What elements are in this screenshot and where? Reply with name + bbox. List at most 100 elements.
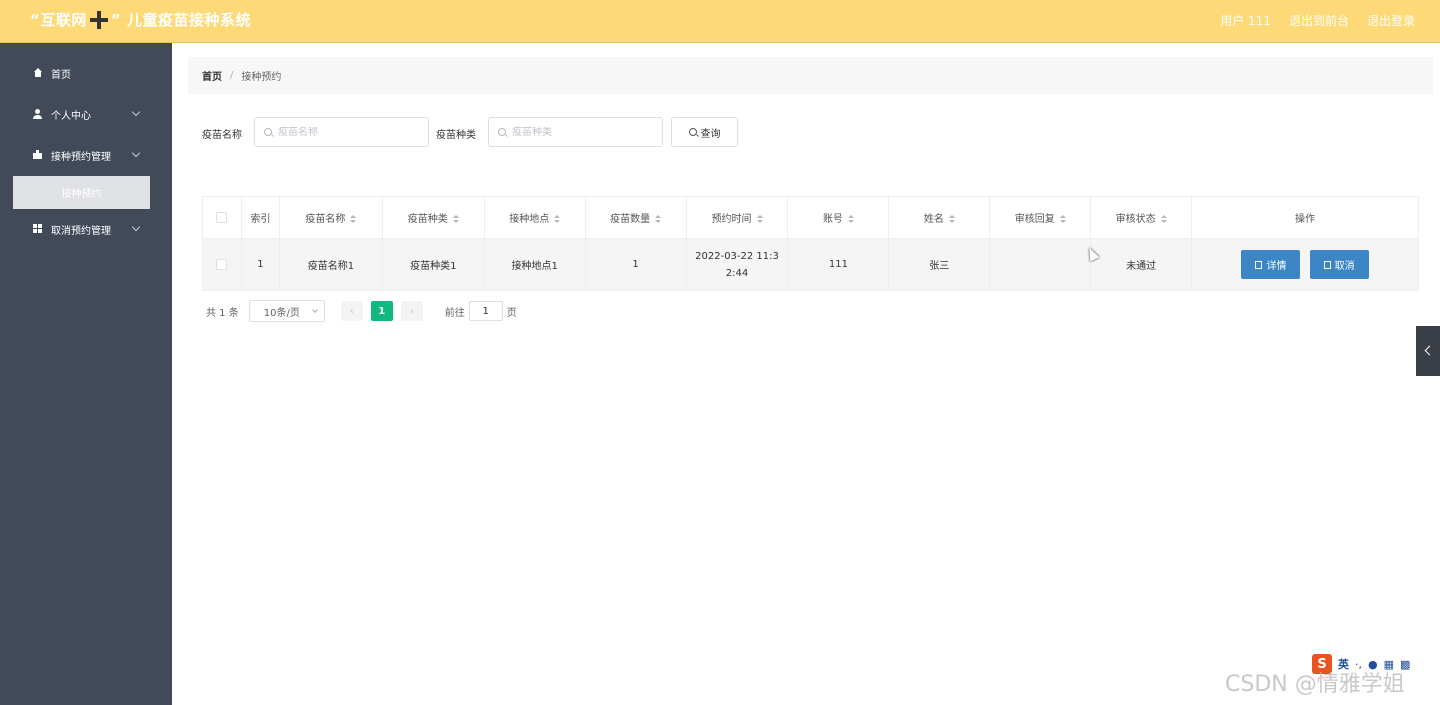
sort-icon[interactable]	[452, 214, 459, 224]
sidebar-item-label: 个人中心	[51, 110, 91, 122]
grid-icon	[33, 224, 43, 234]
vaccine-name-input[interactable]	[278, 126, 408, 138]
pagination: 共 1 条 10条/页 ‹ 1 › 前往 页	[206, 300, 517, 322]
breadcrumb-separator: /	[230, 70, 234, 81]
sort-icon[interactable]	[1160, 214, 1167, 224]
detail-button[interactable]: 详情	[1241, 250, 1301, 279]
cell-account: 111	[787, 238, 890, 291]
cell-quantity: 1	[584, 238, 687, 291]
search-icon	[498, 128, 506, 136]
vaccine-type-label: 疫苗种类	[436, 130, 476, 141]
cell-vaccine-name: 疫苗名称1	[278, 238, 383, 291]
column-header: 索引	[240, 196, 280, 239]
chevron-down-icon	[131, 222, 141, 232]
cell-actions: 详情 取消	[1191, 238, 1419, 291]
cell-review-status: 未通过	[1090, 238, 1193, 291]
cancel-button-label: 取消	[1334, 261, 1355, 272]
sidebar-item-home[interactable]: 首页	[0, 62, 172, 84]
sidebar-subitem-vaccination-appointment[interactable]: 接种预约	[13, 176, 150, 209]
cancel-appointment-button[interactable]: 取消	[1309, 250, 1369, 279]
total-count: 共 1 条	[206, 307, 239, 319]
watermark: CSDN @情雅学姐	[1225, 672, 1405, 697]
column-header[interactable]: 预约时间	[685, 196, 789, 239]
sidebar-item-personal-center[interactable]: 个人中心	[0, 103, 172, 125]
document-icon	[1255, 260, 1263, 269]
sidebar-item-label: 取消预约管理	[51, 225, 111, 237]
column-header[interactable]: 审核状态	[1090, 196, 1193, 239]
column-header-label: 预约时间	[711, 214, 752, 225]
collapse-panel-tab[interactable]	[1416, 326, 1440, 376]
column-header-label: 操作	[1295, 214, 1316, 225]
sidebar-item-cancel-appointment-management[interactable]: 取消预约管理	[0, 218, 172, 240]
sidebar-item-vaccination-appointment-management[interactable]: 接种预约管理	[0, 144, 172, 166]
search-icon	[264, 128, 272, 136]
column-header-label: 审核回复	[1014, 214, 1055, 225]
vaccine-name-label: 疫苗名称	[202, 130, 242, 141]
column-header[interactable]: 疫苗名称	[278, 196, 383, 239]
app-title-right: ” 儿童疫苗接种系统	[110, 11, 251, 29]
cell-vaccine-type: 疫苗种类1	[381, 238, 485, 291]
select-all-checkbox[interactable]	[216, 211, 228, 223]
exit-to-front-link[interactable]: 退出到前台	[1289, 12, 1349, 29]
logout-link[interactable]: 退出登录	[1367, 12, 1415, 29]
query-button[interactable]: 查询	[671, 117, 738, 147]
column-header-label: 账号	[822, 214, 843, 225]
column-header[interactable]: 账号	[787, 196, 890, 239]
sort-icon[interactable]	[655, 214, 662, 224]
next-page-button[interactable]: ›	[400, 301, 423, 321]
sort-icon[interactable]	[847, 214, 854, 224]
table-row: 1 疫苗名称1 疫苗种类1 接种地点1 1 2022-03-22 11:3 2:…	[202, 238, 1419, 291]
goto-page-input[interactable]	[468, 301, 503, 321]
column-header-label: 接种地点	[509, 214, 550, 225]
page-size-select[interactable]: 10条/页	[248, 300, 325, 322]
cell-location: 接种地点1	[483, 238, 586, 291]
sort-icon[interactable]	[948, 214, 955, 224]
top-bar: “互联网 ” 儿童疫苗接种系统 用户 111 退出到前台 退出登录	[0, 0, 1440, 43]
column-header[interactable]: 疫苗数量	[584, 196, 687, 239]
user-icon	[33, 109, 43, 119]
column-header-label: 姓名	[923, 214, 944, 225]
sort-icon[interactable]	[350, 214, 357, 224]
sort-icon[interactable]	[554, 214, 561, 224]
sidebar-item-label: 首页	[51, 69, 71, 81]
sidebar: 首页 个人中心 接种预约管理 接种预约 取消预约管理	[0, 43, 172, 705]
chevron-left-icon: ‹	[349, 305, 354, 317]
page-unit-label: 页	[506, 307, 517, 319]
breadcrumb-current: 接种预约	[241, 72, 282, 83]
vaccine-type-input[interactable]	[512, 126, 642, 138]
column-header[interactable]: 疫苗种类	[381, 196, 485, 239]
goto-label: 前往	[444, 307, 465, 319]
table-header-row: 索引 疫苗名称 疫苗种类 接种地点 疫苗数量 预约时间 账号 姓名 审核回复 审…	[202, 196, 1419, 239]
column-header-label: 索引	[250, 214, 271, 225]
column-header[interactable]: 姓名	[888, 196, 991, 239]
chevron-right-icon: ›	[409, 305, 414, 317]
appointment-time-line1: 2022-03-22 11:3	[695, 250, 779, 262]
cell-appointment-time: 2022-03-22 11:3 2:44	[685, 238, 789, 291]
prev-page-button[interactable]: ‹	[340, 301, 363, 321]
app-title-left: “互联网	[30, 11, 87, 29]
breadcrumb-home[interactable]: 首页	[202, 68, 222, 83]
app-title: “互联网 ” 儿童疫苗接种系统	[30, 9, 251, 30]
select-all-header	[202, 196, 242, 239]
row-checkbox[interactable]	[216, 258, 228, 270]
sort-icon[interactable]	[756, 214, 763, 224]
column-header[interactable]: 接种地点	[483, 196, 586, 239]
column-header-label: 疫苗数量	[610, 214, 651, 225]
vaccine-type-field	[488, 117, 663, 147]
plus-icon	[89, 10, 108, 29]
column-header: 操作	[1191, 196, 1419, 239]
sort-icon[interactable]	[1059, 214, 1066, 224]
query-button-label: 查询	[700, 128, 721, 140]
appointment-time-line2: 2:44	[725, 267, 749, 279]
top-links: 用户 111 退出到前台 退出登录	[1220, 12, 1415, 29]
column-header-label: 审核状态	[1115, 214, 1156, 225]
page-number-current[interactable]: 1	[370, 301, 393, 321]
column-header-label: 疫苗种类	[407, 214, 448, 225]
chevron-down-icon	[131, 107, 141, 117]
chevron-down-icon	[131, 148, 141, 158]
column-header-label: 疫苗名称	[305, 214, 346, 225]
user-label: 用户 111	[1220, 14, 1271, 28]
sidebar-item-label: 接种预约管理	[51, 151, 111, 163]
home-icon	[33, 68, 43, 78]
column-header[interactable]: 审核回复	[989, 196, 1092, 239]
